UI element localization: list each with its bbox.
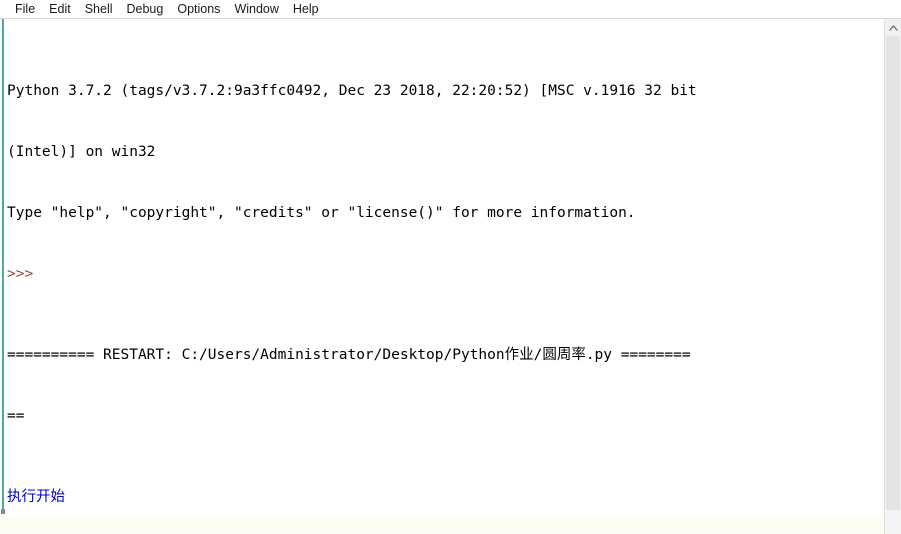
execution-start-text: 执行开始 bbox=[7, 488, 65, 505]
menu-help[interactable]: Help bbox=[286, 0, 326, 18]
idle-shell-window: File Edit Shell Debug Options Window Hel… bbox=[0, 0, 901, 534]
banner-line-1: Python 3.7.2 (tags/v3.7.2:9a3ffc0492, De… bbox=[7, 82, 697, 99]
scrollbar-track-bottom[interactable] bbox=[885, 510, 901, 534]
chevron-up-icon bbox=[888, 24, 898, 31]
scrollbar-thumb[interactable] bbox=[886, 36, 900, 510]
banner-line-2: (Intel)] on win32 bbox=[7, 143, 156, 160]
menu-options[interactable]: Options bbox=[170, 0, 227, 18]
left-margin-rail-cap bbox=[1, 509, 5, 514]
banner-line-3: Type "help", "copyright", "credits" or "… bbox=[7, 204, 636, 221]
bottom-edge-tint bbox=[0, 516, 884, 534]
left-margin-rail bbox=[2, 19, 4, 512]
restart-line-2: == bbox=[7, 407, 25, 424]
prompt-line-initial: >>> bbox=[7, 265, 34, 282]
restart-line-1: ========== RESTART: C:/Users/Administrat… bbox=[7, 346, 691, 363]
menu-debug[interactable]: Debug bbox=[120, 0, 171, 18]
scroll-up-button[interactable] bbox=[885, 19, 901, 36]
menu-window[interactable]: Window bbox=[227, 0, 285, 18]
shell-output-area[interactable]: Python 3.7.2 (tags/v3.7.2:9a3ffc0492, De… bbox=[0, 19, 901, 534]
menubar: File Edit Shell Debug Options Window Hel… bbox=[0, 0, 901, 19]
shell-text[interactable]: Python 3.7.2 (tags/v3.7.2:9a3ffc0492, De… bbox=[7, 20, 872, 532]
menu-shell[interactable]: Shell bbox=[78, 0, 120, 18]
vertical-scrollbar[interactable] bbox=[884, 19, 901, 534]
menu-file[interactable]: File bbox=[8, 0, 42, 18]
menu-edit[interactable]: Edit bbox=[42, 0, 78, 18]
